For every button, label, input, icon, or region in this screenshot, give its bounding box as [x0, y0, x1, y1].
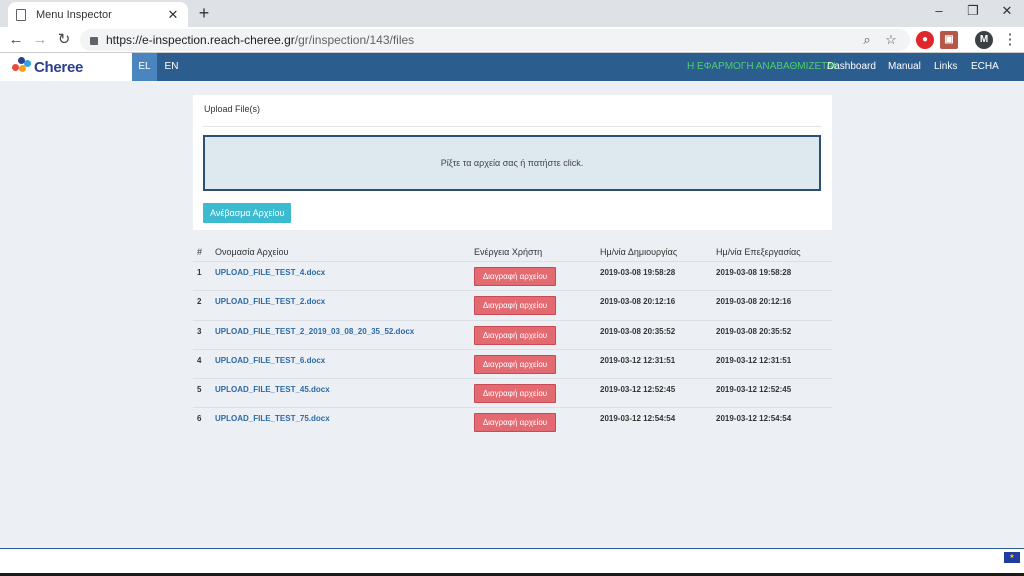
created-date: 2019-03-12 12:52:45 [600, 385, 676, 395]
delete-file-button[interactable]: Διαγραφή αρχείου [474, 384, 556, 404]
upload-panel-title: Upload File(s) [204, 104, 261, 114]
nav-dashboard[interactable]: Dashboard [827, 53, 876, 81]
header-file-name: Ονομασία Αρχείου [215, 247, 289, 257]
zoom-icon[interactable]: ⌕ [858, 32, 876, 48]
header-created-date: Ημ/νία Δημιουργίας [600, 247, 678, 257]
table-row: 1 UPLOAD_FILE_TEST_4.docx Διαγραφή αρχεί… [193, 262, 832, 292]
row-number: 5 [197, 385, 202, 395]
page-icon [16, 8, 26, 21]
back-icon[interactable]: ← [6, 30, 26, 50]
created-date: 2019-03-08 19:58:28 [600, 268, 676, 277]
reload-icon[interactable]: ↻ [54, 30, 74, 50]
modified-date: 2019-03-08 19:58:28 [716, 268, 792, 277]
dropzone-text: Ρίξτε τα αρχεία σας ή πατήστε click. [440, 158, 584, 168]
nav-links[interactable]: Links [934, 53, 957, 81]
upload-file-button[interactable]: Ανέβασμα Αρχείου [203, 203, 292, 223]
eu-flag-icon: ★ [1004, 552, 1020, 563]
logo-mark-icon [12, 57, 32, 77]
nav-manual[interactable]: Manual [888, 53, 921, 81]
table-row: 2 UPLOAD_FILE_TEST_2.docx Διαγραφή αρχεί… [193, 291, 832, 321]
row-number: 6 [197, 414, 202, 424]
forward-icon[interactable]: → [30, 30, 50, 50]
profile-avatar[interactable]: M [975, 31, 993, 49]
tab-close-icon[interactable]: ✕ [166, 7, 180, 23]
minimize-button[interactable]: – [922, 0, 956, 24]
file-link[interactable]: UPLOAD_FILE_TEST_2_2019_03_08_20_35_52.d… [215, 327, 414, 336]
table-row: 4 UPLOAD_FILE_TEST_6.docx Διαγραφή αρχεί… [193, 350, 832, 380]
table-header: # Ονομασία Αρχείου Ενέργεια Χρήστη Ημ/νί… [193, 241, 832, 262]
file-link[interactable]: UPLOAD_FILE_TEST_4.docx [215, 268, 325, 277]
browser-tab[interactable]: Menu Inspector ✕ [8, 2, 188, 27]
upgrade-notice: Η ΕΦΑΡΜΟΓΗ ΑΝΑΒΑΘΜΙΖΕΤΑΙ [687, 61, 836, 72]
bookmark-star-icon[interactable]: ☆ [882, 32, 900, 48]
row-number: 2 [197, 297, 202, 307]
footer: ★ [0, 548, 1024, 576]
modified-date: 2019-03-08 20:35:52 [716, 326, 792, 336]
created-date: 2019-03-08 20:35:52 [600, 326, 676, 336]
delete-file-button[interactable]: Διαγραφή αρχείου [474, 325, 556, 345]
new-tab-button[interactable]: + [194, 3, 214, 23]
created-date: 2019-03-08 20:12:16 [600, 297, 676, 307]
delete-file-button[interactable]: Διαγραφή αρχείου [474, 296, 556, 316]
files-table: # Ονομασία Αρχείου Ενέργεια Χρήστη Ημ/νί… [193, 241, 832, 438]
header-user-action: Ενέργεια Χρήστη [474, 247, 543, 257]
app-navbar: Cheree EL EN Η ΕΦΑΡΜΟΓΗ ΑΝΑΒΑΘΜΙΖΕΤΑΙ Da… [0, 53, 1024, 81]
extension-pdf-icon[interactable]: ▣ [940, 31, 958, 49]
modified-date: 2019-03-08 20:12:16 [716, 297, 792, 307]
window-close-button[interactable]: ✕ [990, 0, 1024, 24]
tab-title: Menu Inspector [36, 8, 112, 21]
row-number: 3 [197, 326, 202, 336]
modified-date: 2019-03-12 12:52:45 [716, 385, 792, 395]
upload-panel: Upload File(s) Ρίξτε τα αρχεία σας ή πατ… [193, 95, 832, 230]
restore-button[interactable]: ❐ [956, 0, 990, 24]
delete-file-button[interactable]: Διαγραφή αρχείου [474, 267, 556, 286]
browser-toolbar: ← → ↻ https://e-inspection.reach-cheree.… [0, 27, 1024, 53]
browser-tab-bar: Menu Inspector ✕ + – ❐ ✕ [0, 0, 1024, 27]
file-link[interactable]: UPLOAD_FILE_TEST_2.docx [215, 297, 325, 306]
browser-menu-icon[interactable]: ⋮ [1000, 30, 1020, 50]
file-link[interactable]: UPLOAD_FILE_TEST_45.docx [215, 385, 330, 394]
delete-file-button[interactable]: Διαγραφή αρχείου [474, 354, 556, 374]
header-number: # [197, 247, 203, 257]
header-modified-date: Ημ/νία Επεξεργασίας [716, 247, 801, 257]
lang-el[interactable]: EL [132, 53, 157, 81]
extension-adblock-icon[interactable]: ● [916, 31, 934, 49]
modified-date: 2019-03-12 12:54:54 [716, 414, 792, 424]
row-number: 1 [197, 268, 202, 277]
file-link[interactable]: UPLOAD_FILE_TEST_6.docx [215, 356, 325, 365]
modified-date: 2019-03-12 12:31:51 [716, 355, 792, 365]
created-date: 2019-03-12 12:31:51 [600, 355, 676, 365]
table-row: 6 UPLOAD_FILE_TEST_75.docx Διαγραφή αρχε… [193, 408, 832, 437]
brand-name: Cheree [34, 58, 84, 76]
url-text[interactable]: https://e-inspection.reach-cheree.gr/gr/… [106, 33, 852, 47]
file-dropzone[interactable]: Ρίξτε τα αρχεία σας ή πατήστε click. [203, 135, 821, 191]
divider [203, 126, 822, 127]
table-row: 3 UPLOAD_FILE_TEST_2_2019_03_08_20_35_52… [193, 321, 832, 350]
lock-icon [90, 37, 98, 45]
row-number: 4 [197, 355, 202, 365]
delete-file-button[interactable]: Διαγραφή αρχείου [474, 413, 556, 433]
nav-echa[interactable]: ECHA [971, 53, 999, 81]
logo[interactable]: Cheree [0, 53, 132, 81]
file-link[interactable]: UPLOAD_FILE_TEST_75.docx [215, 414, 330, 423]
created-date: 2019-03-12 12:54:54 [600, 414, 676, 424]
address-bar[interactable]: https://e-inspection.reach-cheree.gr/gr/… [80, 29, 910, 51]
table-row: 5 UPLOAD_FILE_TEST_45.docx Διαγραφή αρχε… [193, 379, 832, 409]
lang-en[interactable]: EN [159, 53, 184, 81]
